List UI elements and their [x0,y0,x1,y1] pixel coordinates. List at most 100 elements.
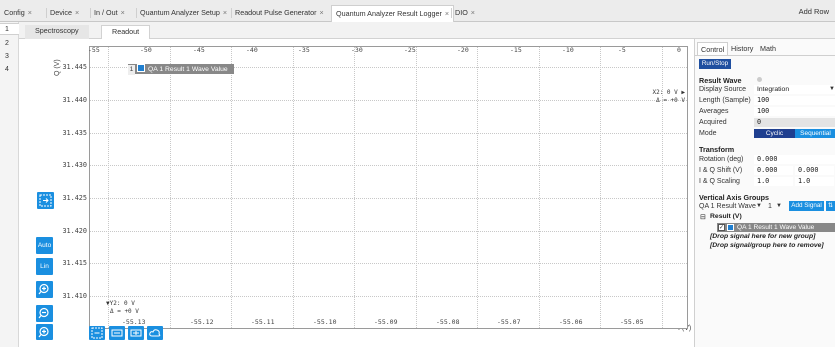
length-input[interactable]: 100 [754,96,835,105]
row-1[interactable]: 1 [0,23,19,35]
x-zoom-fit-button[interactable] [89,326,105,340]
iq-scaling-label: I & Q Scaling [699,178,740,185]
vertical-axis-groups-title: Vertical Axis Groups [699,193,770,202]
vag-index-select[interactable]: 1 [768,203,772,210]
tab-control[interactable]: Control [697,42,729,56]
iq-scaling-i-input[interactable]: 1.0 [754,177,793,186]
zoom-out-icon [38,307,49,319]
drop-remove-hint[interactable]: [Drop signal/group here to remove] [710,242,824,249]
tab-history[interactable]: History [728,42,756,56]
x-bottom-tick: -55.13 [122,318,146,326]
signal-color-swatch [727,224,734,231]
iq-shift-q-input[interactable]: 0.000 [795,166,834,175]
lin-scale-button[interactable]: Lin [36,258,53,275]
x-top-tick: -25 [404,46,416,54]
status-led [757,77,762,82]
acquired-label: Acquired [699,119,727,126]
tree-group-result[interactable]: Result (V) [710,213,742,220]
signal-settings-icon[interactable]: ⇅ [826,201,835,211]
plot-legend[interactable]: 1 QA 1 Result 1 Wave Value [128,64,234,75]
close-icon[interactable]: × [471,8,475,17]
x-bottom-tick: -55.11 [251,318,275,326]
zoom-in-icon [38,326,49,338]
x-bottom-tick: -55.06 [559,318,583,326]
vag-signal-select[interactable]: QA 1 Result Wave [699,203,756,210]
tab-config[interactable]: Config × [4,7,32,19]
length-label: Length (Sample) [699,97,751,104]
iq-scaling-q-input[interactable]: 1.0 [795,177,834,186]
zoom-in-button[interactable] [36,324,53,340]
x-scroll-button[interactable] [147,326,163,340]
close-icon[interactable]: × [445,9,449,18]
x-zoom-out-icon [111,329,123,337]
y-cursor-readout[interactable]: ▼Y2: 0 V Δ = +0 V [106,300,139,316]
x-top-tick: -50 [140,46,152,54]
x-bottom-tick: -55.08 [436,318,460,326]
drop-new-group-hint[interactable]: [Drop signal here for new group] [710,233,815,240]
mode-sequential-button[interactable]: Sequential [795,129,835,138]
y-tick: 31.440 [62,96,87,104]
tab-dio[interactable]: DIO × [451,7,475,19]
x-top-tick: -15 [510,46,522,54]
x-zoom-out-button[interactable] [109,326,125,340]
run-stop-button[interactable]: Run/Stop [699,59,731,69]
x-bottom-tick: -55.07 [497,318,521,326]
plot-area[interactable] [89,46,688,329]
iq-shift-label: I & Q Shift (V) [699,167,743,174]
close-icon[interactable]: × [223,8,227,17]
legend-index: 1 [128,65,135,75]
transform-title: Transform [699,145,735,154]
y-tick: 31.420 [62,227,87,235]
x-bottom-tick: -55.05 [620,318,644,326]
acquired-value: 0 [754,118,835,127]
x-top-tick: -10 [562,46,574,54]
mode-cyclic-button[interactable]: Cyclic [754,129,795,138]
cloud-icon [149,329,161,337]
row-3[interactable]: 3 [5,53,9,60]
zoom-fit-icon [39,194,52,207]
tab-spectroscopy[interactable]: Spectroscopy [25,25,89,39]
add-signal-button[interactable]: Add Signal [789,201,824,211]
tree-expander-icon[interactable]: ⊟ [700,213,706,221]
averages-label: Averages [699,108,729,115]
rotation-input[interactable]: 0.000 [754,155,835,164]
x-zoom-in-button[interactable] [128,326,144,340]
row-gutter: 1 2 3 4 [0,22,19,347]
close-icon[interactable]: × [320,8,324,17]
close-icon[interactable]: × [121,8,125,17]
tree-signal-row[interactable]: ✓ QA 1 Result 1 Wave Value [717,223,835,232]
add-row-button[interactable]: Add Row [799,7,829,16]
x-top-tick: -40 [246,46,258,54]
zoom-fit-button[interactable] [37,192,54,209]
signal-checkbox[interactable]: ✓ [718,224,725,231]
close-icon[interactable]: × [75,8,79,17]
x-top-tick: -5 [618,46,626,54]
y-tick: 31.445 [62,63,87,71]
tab-math[interactable]: Math [757,42,779,56]
tab-readout-pulse-generator[interactable]: Readout Pulse Generator × [231,7,324,19]
legend-label: QA 1 Result 1 Wave Value [148,66,228,73]
control-panel: Control History Math Run/Stop Result Wav… [694,39,835,347]
mode-label: Mode [699,130,717,137]
tab-quantum-analyzer-setup[interactable]: Quantum Analyzer Setup × [135,7,227,19]
zoom-in-y-button[interactable] [36,281,53,298]
iq-shift-i-input[interactable]: 0.000 [754,166,793,175]
chevron-down-icon: ▼ [756,203,762,209]
averages-input[interactable]: 100 [754,107,835,116]
x-top-tick: -30 [351,46,363,54]
tab-in-out[interactable]: In / Out × [90,7,125,19]
tab-readout[interactable]: Readout [101,25,151,39]
y-tick: 31.435 [62,129,87,137]
auto-scale-button[interactable]: Auto [36,237,53,254]
x-cursor-readout[interactable]: X2: 0 V ▶ Δ = +0 V [650,89,685,105]
display-source-select[interactable]: Integration [754,85,835,94]
rotation-label: Rotation (deg) [699,156,744,163]
tab-device[interactable]: Device × [45,7,79,19]
tab-quantum-analyzer-result-logger[interactable]: Quantum Analyzer Result Logger × [331,5,455,22]
x-top-tick: -45 [193,46,205,54]
x-bottom-tick: -55.10 [313,318,337,326]
zoom-out-button[interactable] [36,305,53,322]
row-4[interactable]: 4 [5,66,9,73]
row-2[interactable]: 2 [5,40,9,47]
close-icon[interactable]: × [28,8,32,17]
